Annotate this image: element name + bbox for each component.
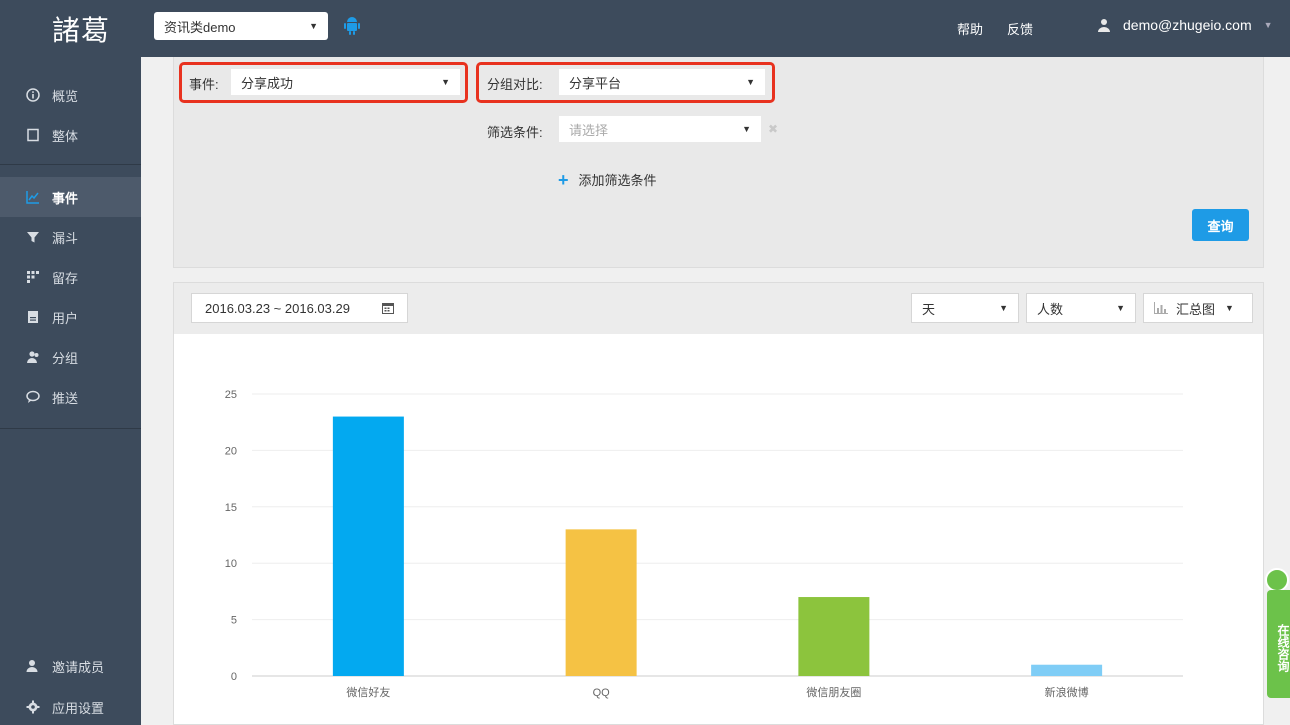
bar	[798, 597, 870, 676]
bar	[565, 529, 637, 676]
x-tick-label: 新浪微博	[1045, 685, 1089, 699]
x-tick-label: 微信朋友圈	[806, 685, 861, 699]
bar-chart: 0 5 10 15 20 25 微信好友 QQ 微信朋友圈 新浪微博	[225, 389, 1183, 699]
y-tick-label: 25	[225, 389, 237, 401]
bar	[332, 416, 404, 676]
y-tick-label: 5	[231, 615, 237, 627]
bar	[1031, 664, 1103, 676]
y-tick-label: 10	[225, 558, 237, 570]
y-tick-label: 0	[231, 671, 237, 683]
y-tick-label: 15	[225, 502, 237, 514]
x-tick-label: 微信好友	[346, 685, 390, 699]
x-tick-label: QQ	[593, 687, 611, 699]
online-consult-label: 在线咨询	[1267, 590, 1290, 698]
y-tick-label: 20	[225, 445, 237, 457]
mascot-icon	[1265, 568, 1289, 592]
online-consult-widget[interactable]: 在线咨询	[1264, 568, 1290, 698]
